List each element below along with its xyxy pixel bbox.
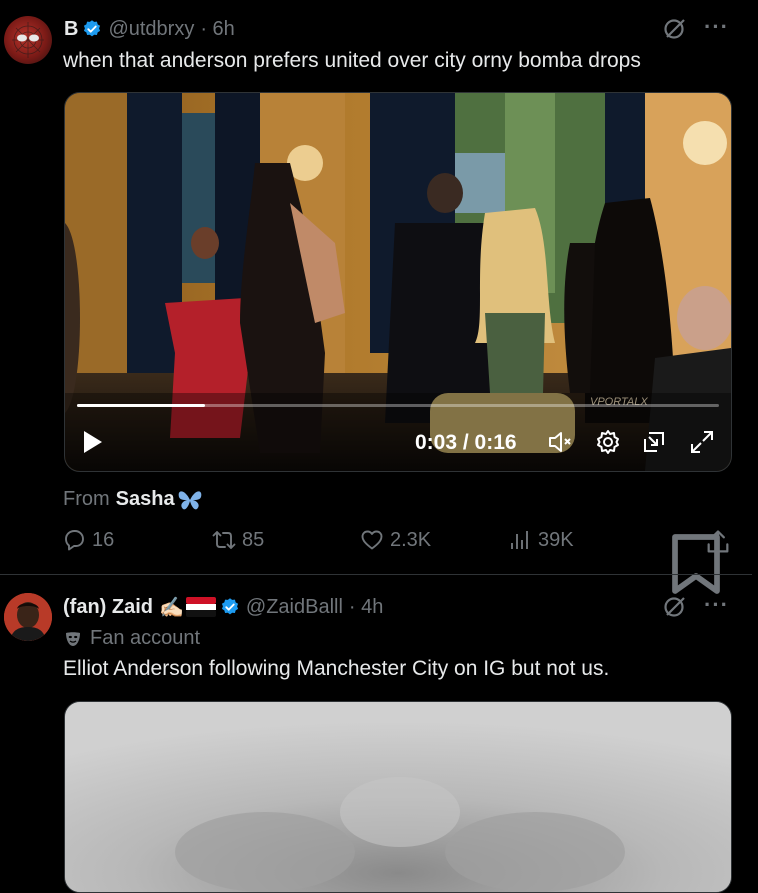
video-time: 0:03 / 0:16 (415, 431, 517, 454)
tweet-image[interactable] (64, 701, 732, 893)
verified-badge-icon (84, 20, 101, 37)
fullscreen-icon[interactable] (689, 429, 715, 455)
like-icon (361, 530, 383, 550)
repost-count: 85 (242, 528, 265, 551)
from-attribution: From Sasha (63, 488, 203, 511)
mask-icon (66, 631, 80, 646)
fan-account-text: Fan account (90, 627, 201, 649)
handle[interactable]: @ZaidBalll (246, 596, 343, 619)
views-count: 39K (538, 528, 574, 551)
grok-icon[interactable] (662, 594, 688, 620)
settings-icon[interactable] (595, 429, 621, 455)
play-icon[interactable] (81, 429, 105, 455)
share-icon[interactable] (704, 528, 732, 556)
tweet-2[interactable]: (fan) Zaid ✍🏻 @ZaidBalll · 4h ··· Fan ac… (0, 575, 758, 893)
like-button[interactable]: 2.3K (360, 528, 431, 552)
writing-hand-emoji: ✍🏻 (159, 596, 184, 619)
reply-button[interactable]: 16 (62, 528, 114, 552)
display-name[interactable]: B (64, 18, 78, 41)
views-icon (511, 531, 528, 549)
avatar[interactable] (4, 16, 52, 64)
image-content (65, 702, 731, 892)
grok-icon[interactable] (662, 16, 688, 42)
butterfly-icon (178, 490, 201, 509)
repost-icon (212, 531, 236, 549)
video-player[interactable]: VPORTALX 0:03 / 0:16 (64, 92, 732, 472)
reply-icon (65, 530, 84, 551)
fan-account-label: Fan account (64, 627, 200, 650)
video-frame: VPORTALX (65, 93, 731, 471)
tweet-actions: 16 85 2.3K 39K (62, 528, 732, 594)
tweet-text: Elliot Anderson following Manchester Cit… (63, 657, 610, 680)
more-icon[interactable]: ··· (704, 592, 729, 618)
from-name[interactable]: Sasha (116, 488, 175, 511)
more-icon[interactable]: ··· (704, 14, 729, 40)
from-label: From (63, 488, 110, 510)
tweet-text: when that anderson prefers united over c… (63, 49, 641, 72)
video-progress-track[interactable] (77, 404, 719, 407)
like-count: 2.3K (390, 528, 432, 551)
reply-count: 16 (92, 528, 115, 551)
flag-icon (185, 597, 216, 617)
timestamp[interactable]: · 4h (349, 596, 383, 619)
views-button[interactable]: 39K (508, 528, 574, 552)
avatar[interactable] (4, 593, 52, 641)
video-progress-fill (77, 404, 206, 407)
mute-icon[interactable] (547, 429, 573, 455)
tweet-1[interactable]: B @utdbrxy · 6h ··· when that anderson p… (0, 0, 758, 594)
repost-button[interactable]: 85 (212, 528, 264, 552)
timestamp[interactable]: · 6h (200, 18, 234, 41)
handle[interactable]: @utdbrxy (108, 18, 194, 41)
verified-badge-icon (221, 598, 238, 615)
pip-icon[interactable] (641, 429, 667, 455)
display-name[interactable]: (fan) Zaid (63, 596, 153, 619)
